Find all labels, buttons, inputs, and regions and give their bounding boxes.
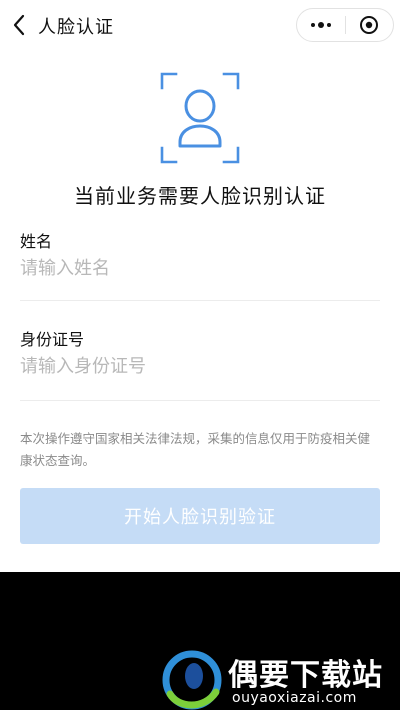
id-number-input[interactable] xyxy=(20,350,380,382)
page-title: 人脸认证 xyxy=(38,17,114,38)
face-auth-heading: 当前业务需要人脸识别认证 xyxy=(74,184,326,208)
back-button[interactable] xyxy=(6,10,32,40)
face-scan-icon xyxy=(160,72,240,164)
target-circle-icon xyxy=(360,16,379,34)
name-label: 姓名 xyxy=(20,232,53,251)
close-button[interactable] xyxy=(345,8,393,42)
id-number-divider xyxy=(20,400,380,401)
more-dots-icon xyxy=(310,22,331,28)
chevron-left-icon xyxy=(13,14,25,36)
site-logo-icon xyxy=(162,650,222,710)
header-bar: 人脸认证 xyxy=(0,0,400,50)
name-input[interactable] xyxy=(20,252,380,284)
more-button[interactable] xyxy=(297,8,345,42)
mini-program-capsule xyxy=(296,8,394,42)
start-face-verification-button[interactable]: 开始人脸识别验证 xyxy=(20,488,380,544)
privacy-notice: 本次操作遵守国家相关法律法规，采集的信息仅用于防疫相关健康状态查询。 xyxy=(20,431,371,468)
watermark-title: 偶要下载站 xyxy=(228,658,383,693)
app-screen: 人脸认证 当前业务需要人脸识别认证 姓名 请输入姓名 身份证号 请输入身份证号 … xyxy=(0,0,400,572)
watermark: 偶要下载站 ouyaoxiazai.com xyxy=(160,640,400,710)
id-number-label: 身份证号 xyxy=(20,330,85,349)
name-divider xyxy=(20,300,380,301)
watermark-url: ouyaoxiazai.com xyxy=(232,690,357,706)
